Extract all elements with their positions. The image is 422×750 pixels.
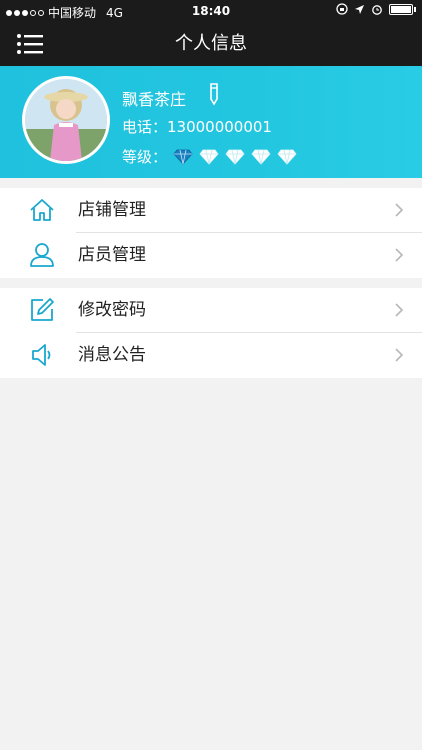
menu-item-change-password[interactable]: 修改密码 (0, 288, 422, 332)
chevron-right-icon (395, 203, 404, 217)
diamond-icon (225, 149, 245, 165)
chevron-right-icon (395, 303, 404, 317)
speaker-icon (32, 344, 51, 366)
profile-header: 飘香茶庄 电话：13000000001 等级： (0, 66, 422, 178)
chevron-right-icon (395, 248, 404, 262)
rotation-lock-icon (336, 3, 348, 15)
diamond-icon (277, 149, 297, 165)
alarm-icon (372, 5, 382, 15)
status-bar: 中国移动 4G 18:40 (0, 0, 422, 22)
diamond-icon (251, 149, 271, 165)
page-title: 个人信息 (175, 33, 247, 54)
level-rating: 等级： (122, 146, 297, 167)
avatar[interactable] (22, 76, 110, 164)
phone-number: 电话：13000000001 (122, 118, 272, 136)
user-icon (30, 243, 54, 267)
menu-item-announcements[interactable]: 消息公告 (0, 333, 422, 377)
menu-item-store-management[interactable]: 店铺管理 (0, 188, 422, 232)
edit-icon (31, 298, 54, 321)
account-menu-group: 修改密码 消息公告 (0, 288, 422, 378)
navigation-bar: 个人信息 (0, 22, 422, 66)
level-label: 等级： (122, 148, 168, 166)
pencil-icon[interactable] (205, 82, 223, 106)
location-icon (355, 4, 364, 14)
diamond-icon (173, 149, 193, 165)
home-icon (30, 199, 54, 221)
menu-item-label: 店铺管理 (78, 200, 146, 220)
menu-item-staff-management[interactable]: 店员管理 (0, 233, 422, 277)
username: 飘香茶庄 (122, 90, 187, 109)
management-menu-group: 店铺管理 店员管理 (0, 188, 422, 278)
chevron-right-icon (395, 348, 404, 362)
battery-icon (389, 3, 413, 15)
menu-item-label: 修改密码 (78, 300, 146, 320)
avatar-photo (25, 79, 107, 161)
diamond-icon (199, 149, 219, 165)
menu-item-label: 消息公告 (78, 345, 146, 365)
menu-item-label: 店员管理 (78, 245, 146, 265)
